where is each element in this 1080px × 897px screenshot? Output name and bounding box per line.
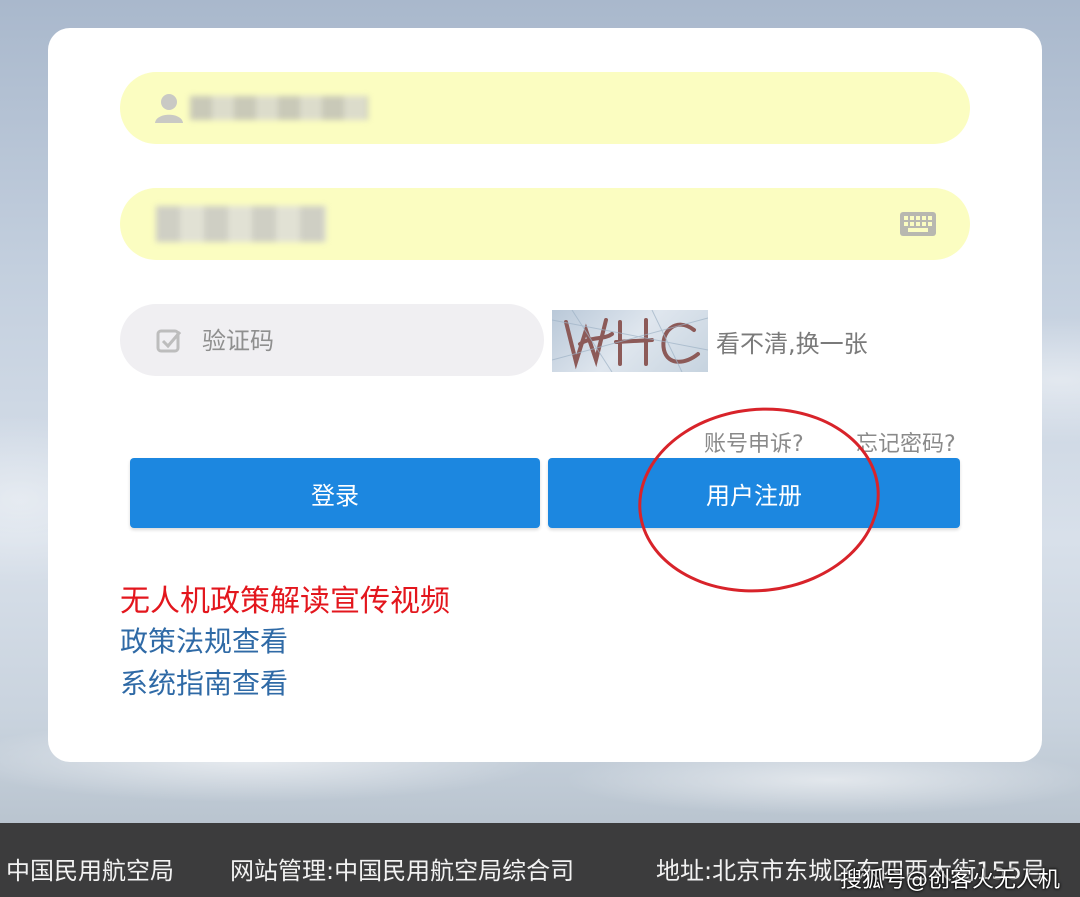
- username-value-obscured: [190, 96, 368, 120]
- checkbox-icon: [156, 329, 182, 353]
- login-card: 看不清,换一张 账号申诉? 忘记密码? 登录 用户注册 无人机政策解读宣传视频 …: [48, 28, 1042, 762]
- account-appeal-link[interactable]: 账号申诉?: [704, 426, 804, 458]
- register-button[interactable]: 用户注册: [548, 458, 960, 528]
- captcha-field[interactable]: [120, 304, 544, 376]
- person-icon: [155, 94, 183, 123]
- password-value-obscured: [156, 206, 326, 242]
- captcha-glyphs: [552, 310, 708, 372]
- policy-video-link[interactable]: 无人机政策解读宣传视频: [120, 576, 450, 620]
- keyboard-icon[interactable]: [900, 212, 936, 236]
- footer-management: 网站管理:中国民用航空局综合司: [230, 857, 575, 885]
- regulations-link[interactable]: 政策法规查看: [120, 620, 288, 660]
- captcha-refresh-link[interactable]: 看不清,换一张: [716, 324, 868, 359]
- password-field[interactable]: [120, 188, 970, 260]
- footer-organizer: 中国民用航空局: [6, 857, 174, 885]
- system-guide-link[interactable]: 系统指南查看: [120, 662, 288, 702]
- login-button[interactable]: 登录: [130, 458, 540, 528]
- captcha-input[interactable]: [200, 322, 504, 360]
- username-field[interactable]: [120, 72, 970, 144]
- captcha-image[interactable]: [552, 310, 708, 372]
- forgot-password-link[interactable]: 忘记密码?: [856, 426, 956, 458]
- watermark: 搜狐号@创客火无人机: [840, 868, 1061, 893]
